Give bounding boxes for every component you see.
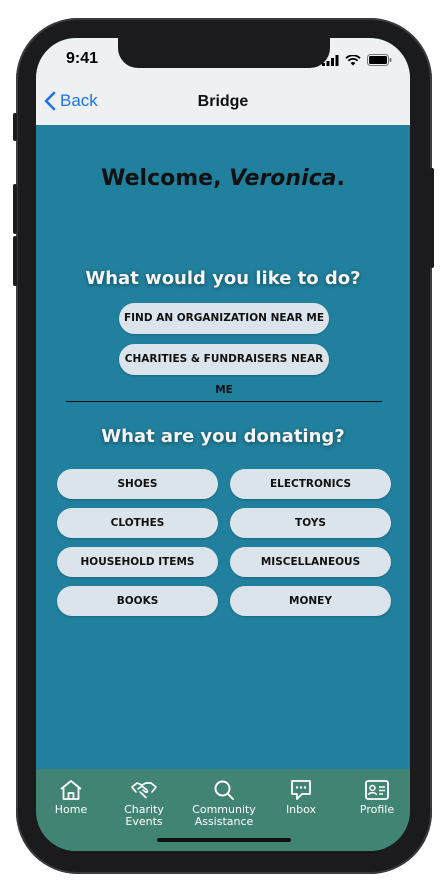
divider — [66, 401, 382, 402]
tab-home[interactable]: Home — [48, 779, 94, 816]
navigation-bar: 9:41 Back Bridge — [36, 38, 410, 125]
category-books-button[interactable]: BOOKS — [57, 586, 218, 616]
category-shoes-button[interactable]: SHOES — [57, 469, 218, 499]
profile-card-icon — [365, 780, 389, 800]
donating-heading: What are you donating? — [101, 426, 345, 447]
actions-heading: What would you like to do? — [85, 268, 361, 289]
tab-inbox[interactable]: Inbox — [280, 779, 322, 816]
tab-home-label: Home — [54, 803, 88, 816]
category-money-button[interactable]: MONEY — [230, 586, 391, 616]
status-time: 9:41 — [66, 50, 99, 67]
message-icon — [291, 780, 311, 800]
category-household-items-button[interactable]: HOUSEHOLD ITEMS — [57, 547, 218, 577]
volume-up-button — [13, 184, 17, 234]
power-button — [430, 168, 434, 268]
wifi-icon — [345, 54, 361, 65]
charities-fundraisers-button[interactable]: CHARITIES & FUNDRAISERS NEAR ME — [119, 344, 329, 396]
mute-switch — [13, 113, 17, 141]
notch — [118, 38, 330, 68]
welcome-prefix: Welcome, — [101, 166, 230, 191]
search-icon — [214, 780, 234, 800]
tab-charity-events[interactable]: Charity Events — [116, 779, 172, 828]
home-indicator — [157, 838, 291, 842]
tab-profile-label: Profile — [359, 803, 395, 816]
tab-inbox-label: Inbox — [285, 803, 317, 816]
tab-community-assistance[interactable]: Community Assistance — [188, 779, 260, 828]
category-toys-button[interactable]: TOYS — [230, 508, 391, 538]
category-clothes-button[interactable]: CLOTHES — [57, 508, 218, 538]
tab-charity-events-label: Charity Events — [124, 803, 164, 828]
category-miscellaneous-button[interactable]: MISCELLANEOUS — [230, 547, 391, 577]
user-name: Veronica — [229, 166, 337, 191]
status-icons — [322, 54, 392, 66]
home-icon — [60, 780, 82, 800]
app-screen: 9:41 Back Bridge Welcome, Veronica. What… — [36, 38, 410, 851]
volume-down-button — [13, 236, 17, 286]
category-electronics-button[interactable]: ELECTRONICS — [230, 469, 391, 499]
tab-profile[interactable]: Profile — [354, 779, 400, 816]
find-organization-button[interactable]: FIND AN ORGANIZATION NEAR ME — [119, 303, 329, 334]
welcome-suffix: . — [336, 166, 345, 191]
battery-icon — [367, 54, 392, 66]
signal-icon — [322, 54, 339, 66]
tab-community-assistance-label: Community Assistance — [192, 803, 256, 828]
welcome-heading: Welcome, Veronica. — [36, 166, 410, 191]
handshake-icon — [131, 782, 157, 799]
page-title: Bridge — [197, 93, 249, 110]
